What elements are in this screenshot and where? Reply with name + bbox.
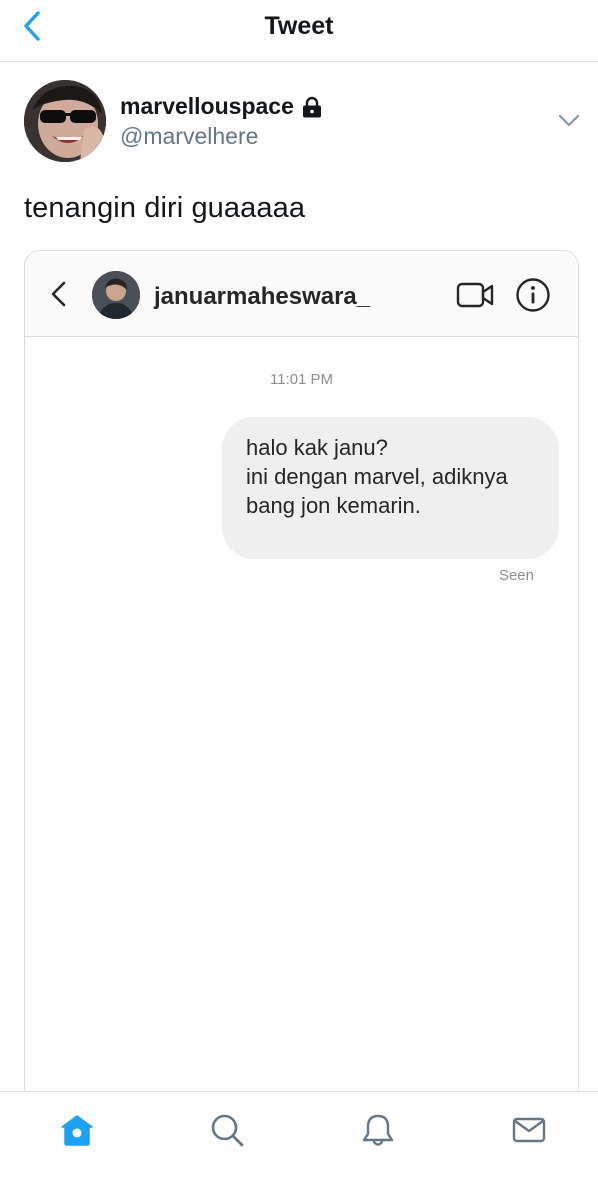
chevron-left-icon bbox=[51, 281, 66, 307]
chevron-down-icon bbox=[558, 114, 580, 127]
info-icon bbox=[516, 278, 550, 312]
tab-messages[interactable] bbox=[509, 1110, 549, 1150]
dm-seen-status: Seen bbox=[498, 567, 534, 584]
bell-icon bbox=[362, 1114, 394, 1146]
search-icon bbox=[211, 1114, 244, 1147]
dm-avatar bbox=[92, 271, 140, 319]
tweet-menu-button[interactable] bbox=[556, 110, 582, 130]
tab-notifications[interactable] bbox=[358, 1110, 398, 1150]
tab-search[interactable] bbox=[207, 1110, 247, 1150]
avatar[interactable] bbox=[24, 80, 106, 162]
avatar-photo bbox=[24, 80, 106, 162]
author-handle[interactable]: @marvelhere bbox=[120, 123, 258, 150]
dm-message-line: halo kak janu? bbox=[246, 435, 388, 460]
bottom-tab-bar bbox=[0, 1091, 598, 1200]
mail-icon bbox=[512, 1117, 546, 1143]
top-nav-bar: Tweet bbox=[0, 0, 598, 62]
page-title: Tweet bbox=[264, 12, 334, 40]
tab-home[interactable] bbox=[57, 1110, 97, 1150]
dm-message-bubble: halo kak janu? ini dengan marvel, adikny… bbox=[222, 417, 559, 559]
dm-message-line: bang jon kemarin. bbox=[246, 493, 421, 518]
author-display-name[interactable]: marvellouspace bbox=[120, 93, 294, 120]
dm-header: januarmaheswara_ bbox=[25, 251, 578, 337]
dm-timestamp: 11:01 PM bbox=[269, 371, 334, 388]
lock-icon bbox=[302, 96, 321, 117]
home-icon bbox=[61, 1115, 93, 1146]
author-name-row: marvellouspace bbox=[120, 93, 323, 120]
tweet-media-image[interactable]: januarmaheswara_ 11:01 PM halo kak janu?… bbox=[24, 250, 579, 1150]
video-camera-icon bbox=[456, 282, 494, 308]
dm-message-line: ini dengan marvel, adiknya bbox=[246, 464, 508, 489]
dm-username: januarmaheswara_ bbox=[154, 283, 371, 310]
tweet-text: tenangin diri guaaaaa bbox=[24, 192, 306, 224]
